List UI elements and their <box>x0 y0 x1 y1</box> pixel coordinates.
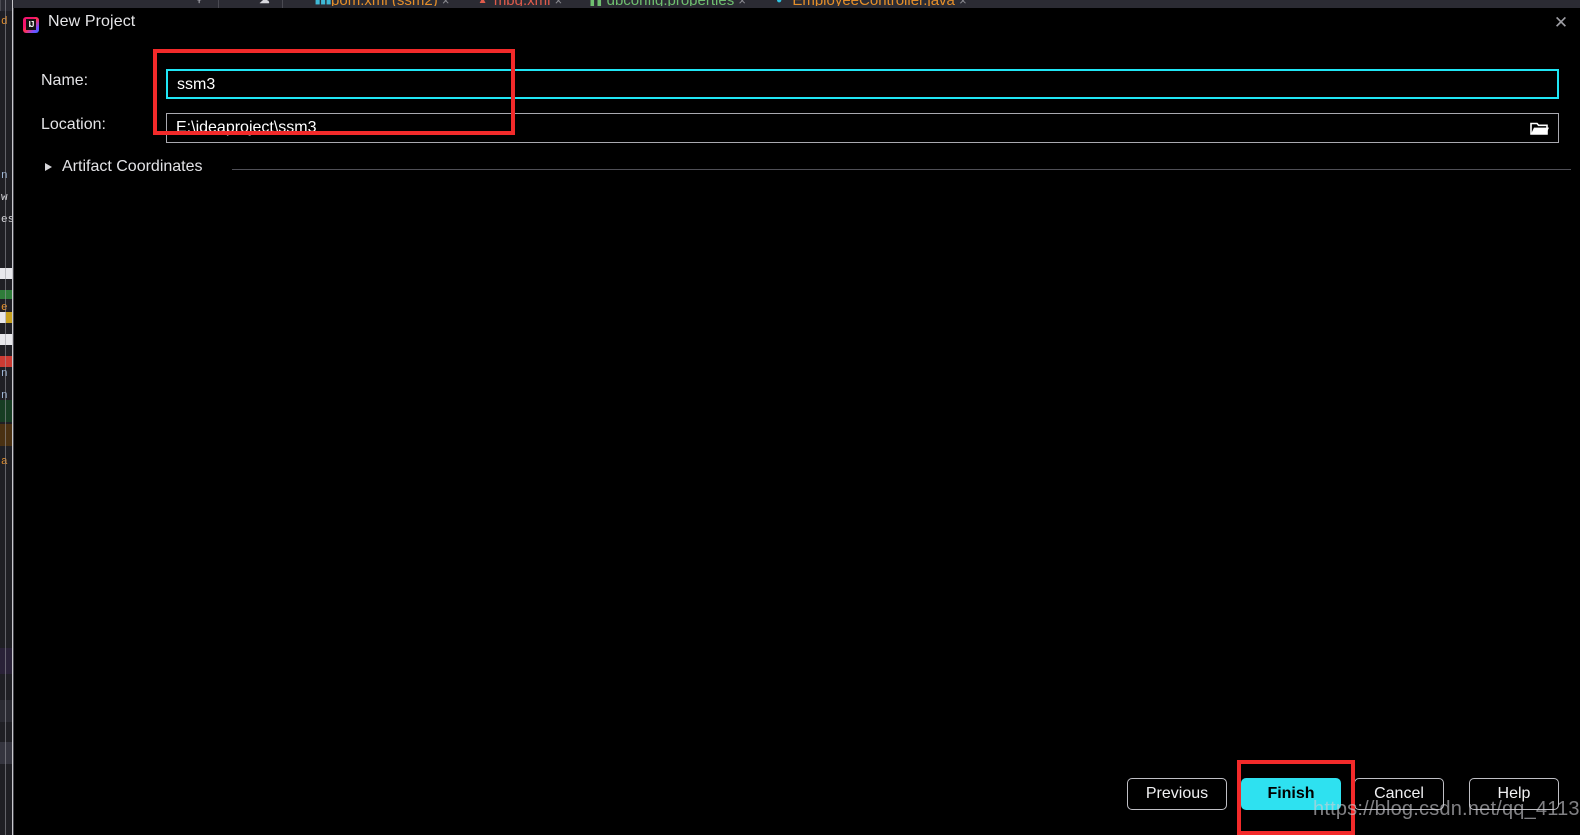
code-line: es <box>1 214 12 226</box>
cancel-button[interactable]: Cancel <box>1354 778 1444 810</box>
page-title: New Project <box>48 13 136 30</box>
chevron-right-icon[interactable] <box>45 163 52 171</box>
name-label: Name: <box>41 72 89 89</box>
location-label: Location: <box>41 116 106 133</box>
xml-icon: ▲ <box>477 0 488 6</box>
code-line: n <box>0 165 12 187</box>
intellij-logo-glyph: IJ <box>26 19 36 30</box>
editor-tab-label: mbg.xml <box>494 0 551 6</box>
editor-swatch <box>0 742 12 764</box>
editor-tab-label: pom.xml (ssm2) <box>331 0 438 6</box>
properties-icon: ▌▌ <box>590 0 605 6</box>
editor-tab-0[interactable]: ⑂ <box>190 0 214 6</box>
cloud-icon: ☁ <box>259 0 270 6</box>
dialog-title-bar: IJ New Project ✕ <box>14 8 1580 39</box>
tab-close-icon[interactable]: × <box>555 0 563 6</box>
maven-icon: ▮▮▮ <box>314 0 332 6</box>
java-class-icon: ● <box>776 0 783 6</box>
editor-swatch <box>0 648 12 674</box>
finish-button[interactable]: Finish <box>1241 778 1341 810</box>
editor-swatch <box>0 268 12 279</box>
branch-icon: ⑂ <box>196 0 203 6</box>
editor-tab-1[interactable]: ☁ <box>254 0 278 6</box>
tab-close-icon[interactable]: × <box>738 0 746 6</box>
editor-gutter-line <box>5 0 6 835</box>
folder-icon[interactable] <box>1529 119 1549 137</box>
project-location-value: E:\ideaproject\ssm3 <box>176 119 317 136</box>
help-button[interactable]: Help <box>1469 778 1559 810</box>
previous-button[interactable]: Previous <box>1127 778 1227 810</box>
dialog-button-bar: Previous Finish Cancel Help <box>14 778 1580 818</box>
editor-tab-label: dbconfig.properties <box>607 0 735 6</box>
editor-swatch <box>0 290 12 299</box>
code-line: a <box>0 451 12 473</box>
code-line: w <box>0 187 12 209</box>
editor-tab-5[interactable]: ● EmployeeController.java × <box>770 0 973 6</box>
project-name-input[interactable]: ssm3 <box>166 69 1559 99</box>
code-line: d <box>0 11 12 33</box>
new-project-dialog: IJ New Project ✕ Name: ssm3 Location: E:… <box>13 8 1580 835</box>
project-location-input[interactable]: E:\ideaproject\ssm3 <box>166 113 1559 143</box>
editor-swatch <box>0 400 12 422</box>
intellij-logo-icon: IJ <box>23 17 39 33</box>
editor-swatch <box>0 334 12 345</box>
editor-tab-4[interactable]: ▌▌ dbconfig.properties × <box>584 0 752 6</box>
artifact-coordinates-section[interactable]: Artifact Coordinates <box>14 158 1580 182</box>
editor-swatch <box>0 700 12 722</box>
editor-swatch <box>0 424 12 446</box>
editor-tab-label: EmployeeController.java <box>792 0 955 6</box>
editor-swatch <box>0 356 12 367</box>
tab-close-icon[interactable]: × <box>959 0 967 6</box>
close-icon[interactable]: ✕ <box>1550 12 1572 34</box>
section-divider <box>232 169 1571 170</box>
editor-tab-2[interactable]: ▮▮▮ pom.xml (ssm2) × <box>309 0 456 6</box>
tab-divider <box>0 0 1 11</box>
editor-tab-3[interactable]: ▲ mbg.xml × <box>472 0 569 6</box>
tab-close-icon[interactable]: × <box>442 0 450 6</box>
artifact-coordinates-label: Artifact Coordinates <box>62 158 203 175</box>
